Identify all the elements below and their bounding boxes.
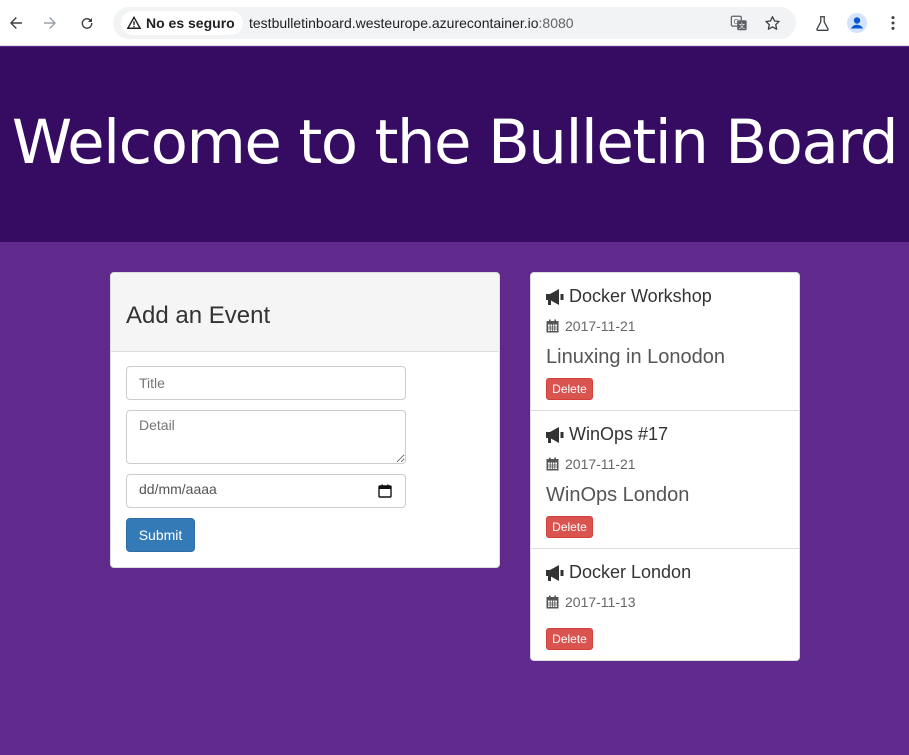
back-icon[interactable] [4, 11, 28, 35]
list-item: Docker London 2017-11-13 Delete [531, 549, 799, 660]
translate-icon[interactable]: G文 [729, 13, 749, 33]
jumbotron-header: Welcome to the Bulletin Board [0, 47, 909, 242]
date-placeholder: dd/mm/aaaa [139, 481, 217, 497]
menu-kebab-icon[interactable] [882, 12, 904, 34]
forward-icon[interactable] [38, 11, 62, 35]
list-item: WinOps #17 2017-11-21 WinOps London Dele… [531, 411, 799, 549]
calendar-picker-icon[interactable] [378, 484, 392, 498]
event-title: WinOps #17 [569, 424, 669, 444]
event-detail: Linuxing in Lonodon [546, 346, 726, 368]
event-title-input[interactable] [126, 366, 406, 400]
calendar-icon [546, 457, 559, 471]
event-title: Docker London [569, 562, 692, 582]
event-date-input[interactable]: dd/mm/aaaa [126, 474, 406, 508]
url-text[interactable]: testbulletinboard.westeurope.azurecontai… [249, 15, 574, 31]
profile-avatar-icon[interactable] [846, 12, 868, 34]
browser-toolbar: No es seguro testbulletinboard.westeurop… [0, 0, 909, 46]
event-date: 2017-11-21 [565, 318, 636, 334]
event-detail-input[interactable] [126, 410, 406, 464]
list-item: Docker Workshop 2017-11-21 Linuxing in L… [531, 273, 799, 411]
add-event-panel-heading: Add an Event [111, 273, 499, 352]
reload-icon[interactable] [75, 11, 99, 35]
submit-button[interactable]: Submit [126, 518, 195, 552]
bullhorn-icon [546, 288, 564, 305]
event-detail: WinOps London [546, 484, 690, 506]
add-event-heading: Add an Event [126, 302, 271, 329]
delete-button[interactable]: Delete [546, 516, 593, 538]
star-icon[interactable] [762, 13, 782, 33]
bullhorn-icon [546, 426, 564, 443]
svg-text:文: 文 [739, 21, 746, 30]
calendar-icon [546, 319, 559, 333]
page-title: Welcome to the Bulletin Board [11, 107, 899, 178]
event-date: 2017-11-21 [565, 456, 636, 472]
bullhorn-icon [546, 564, 564, 581]
delete-button[interactable]: Delete [546, 628, 593, 650]
event-date: 2017-11-13 [565, 594, 636, 610]
add-event-panel: Add an Event dd/mm/aaaa Submit [110, 272, 500, 568]
warning-icon [127, 16, 141, 29]
event-title: Docker Workshop [569, 286, 712, 306]
address-bar[interactable]: No es seguro testbulletinboard.westeurop… [113, 7, 796, 39]
security-label: No es seguro [146, 15, 235, 31]
security-indicator[interactable]: No es seguro [121, 11, 243, 35]
calendar-icon [546, 595, 559, 609]
labs-icon[interactable] [811, 12, 833, 34]
event-list: Docker Workshop 2017-11-21 Linuxing in L… [530, 272, 800, 661]
delete-button[interactable]: Delete [546, 378, 593, 400]
